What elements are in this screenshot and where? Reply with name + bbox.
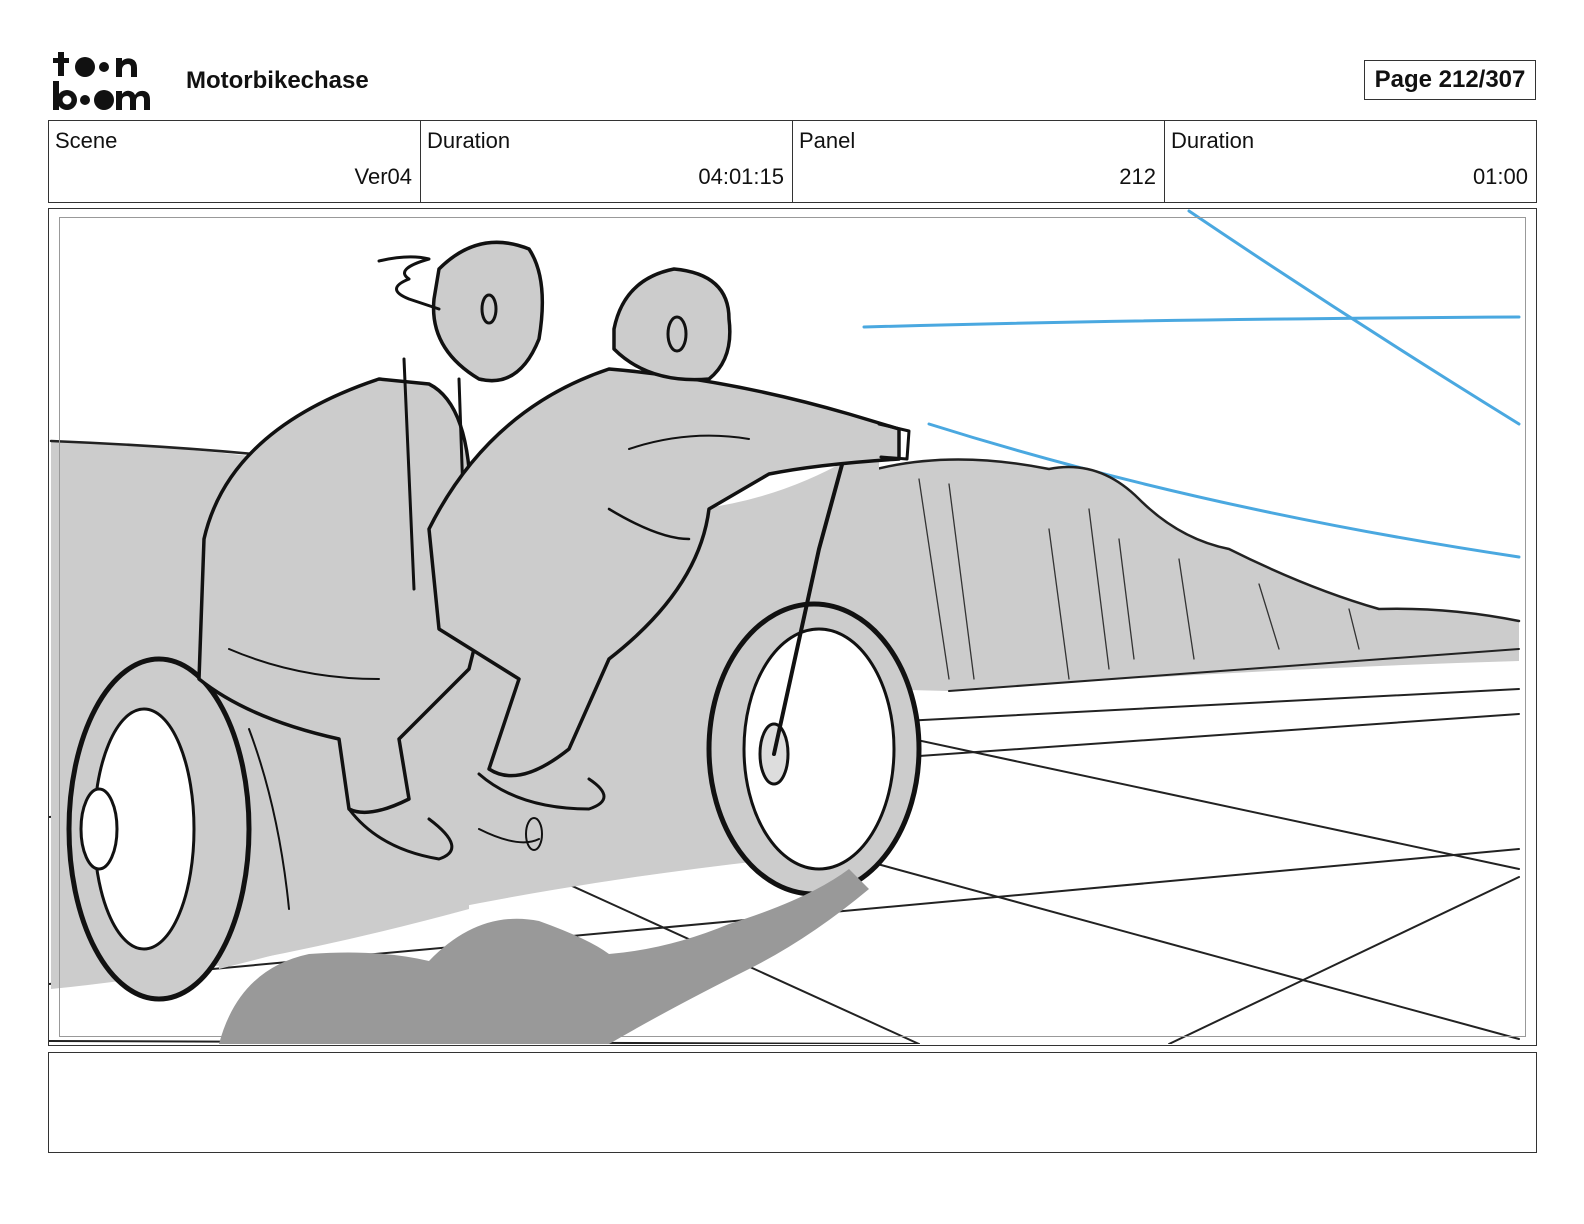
back-wheel: [66, 656, 252, 1002]
page-number: Page 212/307: [1364, 60, 1536, 100]
panel-duration-cell: Duration 01:00: [1165, 121, 1536, 202]
panel-cell: Panel 212: [793, 121, 1165, 202]
storyboard-panel: [48, 208, 1537, 1046]
panel-label: Panel: [799, 128, 856, 153]
panel-notes-box[interactable]: [48, 1052, 1537, 1153]
scene-duration-label: Duration: [427, 128, 511, 153]
panel-sketch: [49, 209, 1521, 1044]
toon-boom-logo: [53, 52, 150, 110]
project-title: Motorbikechase: [186, 67, 369, 94]
panel-duration-label: Duration: [1171, 128, 1255, 153]
scene-value: Ver04: [354, 164, 413, 189]
scene-label: Scene: [55, 128, 118, 153]
scene-info-table: Scene Ver04 Duration 04:01:15 Panel 212 …: [48, 120, 1537, 203]
scene-duration-cell: Duration 04:01:15: [421, 121, 793, 202]
panel-duration-value: 01:00: [1472, 164, 1528, 189]
scene-duration-value: 04:01:15: [698, 164, 784, 189]
panel-value: 212: [1119, 164, 1156, 189]
scene-cell: Scene Ver04: [49, 121, 421, 202]
